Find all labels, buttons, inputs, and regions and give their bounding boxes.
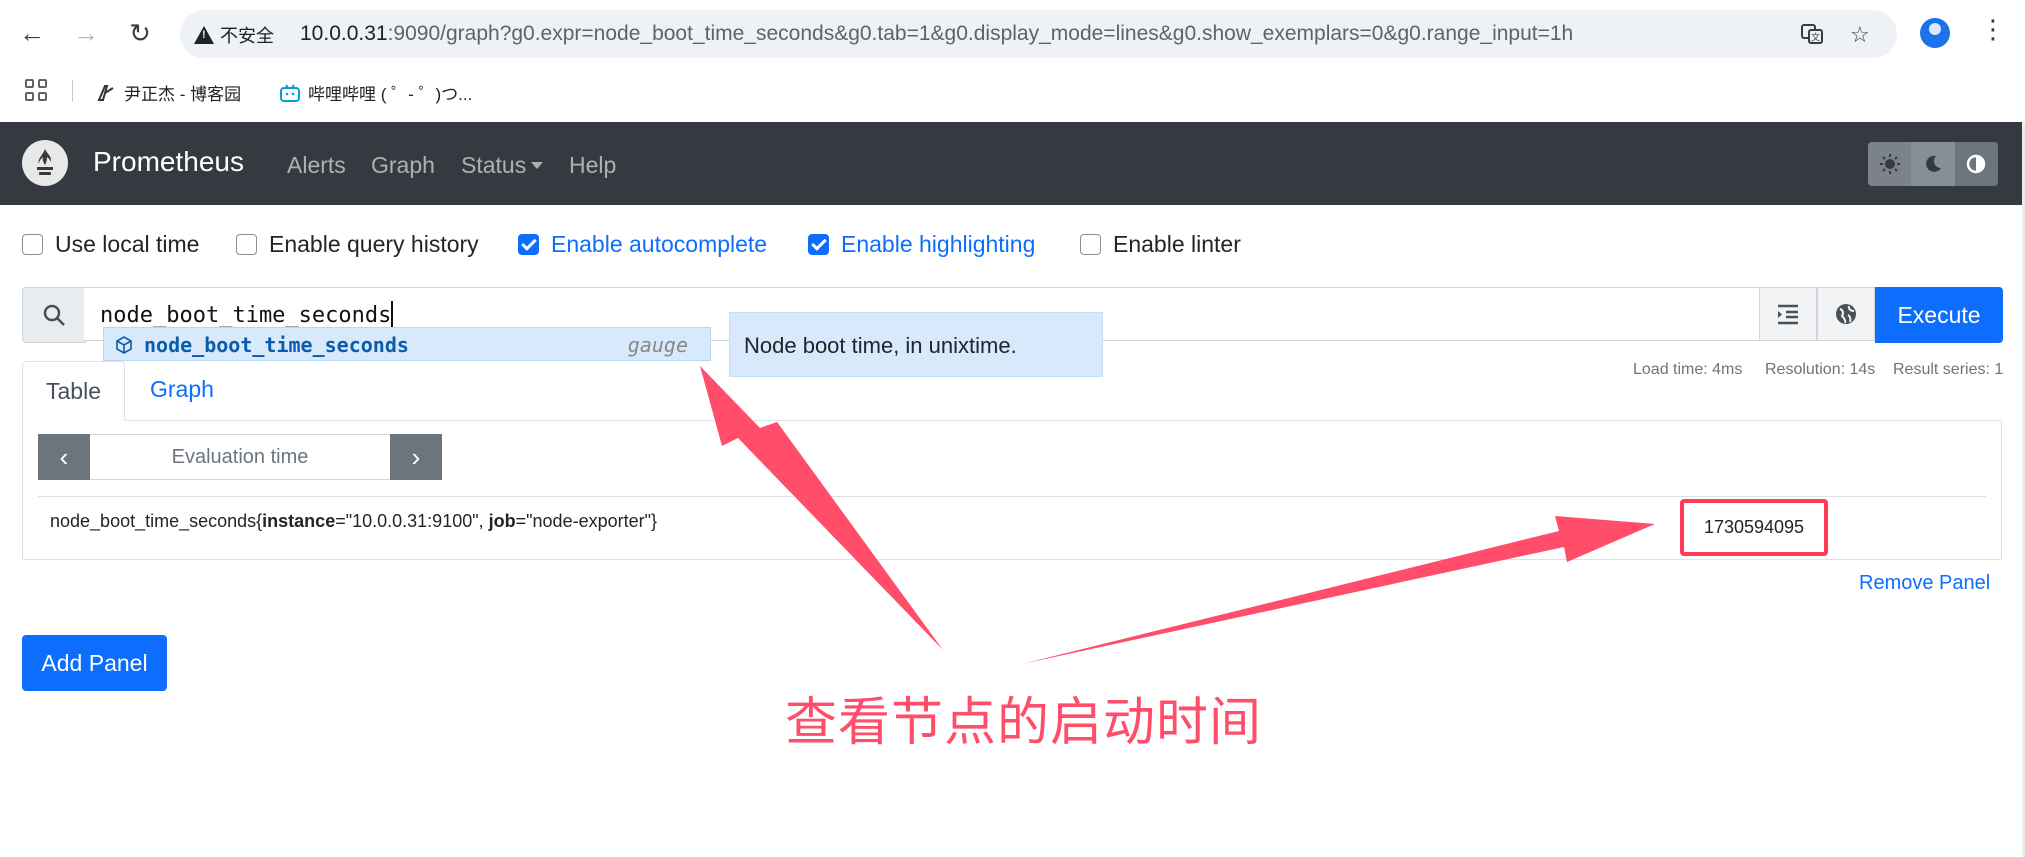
autocomplete-item[interactable]: node_boot_time_seconds gauge [103, 327, 711, 361]
tab-table[interactable]: Table [22, 361, 125, 421]
stat-resolution: Resolution: 14s [1765, 361, 1876, 378]
url-host: 10.0.0.31 [300, 22, 388, 45]
profile-avatar-icon[interactable] [1920, 18, 1950, 48]
back-arrow-icon[interactable]: ← [16, 17, 48, 49]
blog-icon [97, 84, 114, 101]
highlighting-checkbox[interactable] [808, 234, 829, 255]
remove-panel-link[interactable]: Remove Panel [1859, 572, 1990, 595]
evaluation-time-control: ‹ Evaluation time › [38, 434, 443, 482]
option-highlighting[interactable]: Enable highlighting [808, 231, 1035, 258]
nav-help[interactable]: Help [569, 152, 616, 179]
svg-text:文: 文 [1811, 32, 1820, 44]
theme-switcher [1868, 142, 1998, 186]
bookmarks-separator [72, 80, 73, 102]
query-history-label: Enable query history [269, 231, 479, 257]
option-query-history[interactable]: Enable query history [236, 231, 479, 258]
autocomplete-metric-name: node_boot_time_seconds [144, 333, 409, 357]
eval-time-prev-button[interactable]: ‹ [38, 434, 90, 480]
label-job-value: "node-exporter" [526, 511, 651, 531]
browser-toolbar: ← → ↻ 不安全 10.0.0.31:9090/graph?g0.expr=n… [0, 0, 2025, 72]
nav-status-label: Status [461, 152, 527, 178]
url-text[interactable]: 10.0.0.31:9090/graph?g0.expr=node_boot_t… [300, 22, 1573, 46]
result-metric-name: node_boot_time_seconds [50, 511, 257, 531]
nav-graph[interactable]: Graph [371, 152, 435, 179]
contrast-icon [1967, 154, 1986, 174]
add-panel-button[interactable]: Add Panel [22, 635, 167, 691]
autocomplete-label: Enable autocomplete [551, 231, 768, 257]
url-path: :9090/graph?g0.expr=node_boot_time_secon… [387, 22, 1574, 45]
tab-graph[interactable]: Graph [150, 376, 214, 403]
sun-icon [1879, 154, 1900, 174]
label-job-key: job [488, 511, 516, 531]
table-row-separator [38, 496, 1986, 497]
bookmark-bilibili-label: 哔哩哔哩 ( ゜- ゜)つ... [308, 85, 473, 104]
label-instance-value: "10.0.0.31:9100" [345, 511, 479, 531]
option-use-local-time[interactable]: Use local time [22, 231, 199, 258]
result-value: 1730594095 [1703, 517, 1805, 537]
theme-dark-button[interactable] [1911, 142, 1955, 186]
autocomplete-checkbox[interactable] [518, 234, 539, 255]
theme-auto-button[interactable] [1954, 142, 1998, 186]
reload-icon[interactable]: ↻ [124, 17, 156, 49]
query-history-checkbox[interactable] [236, 234, 257, 255]
nav-alerts[interactable]: Alerts [287, 152, 346, 179]
text-cursor [391, 301, 393, 327]
caret-down-icon [531, 162, 544, 169]
apps-grid-icon[interactable] [25, 79, 47, 101]
local-time-label: Use local time [55, 231, 200, 257]
expression-text: node_boot_time_seconds [100, 303, 392, 328]
result-value-highlight: 1730594095 [1680, 499, 1828, 556]
moon-icon [1926, 155, 1941, 172]
label-job-equals: = [515, 511, 527, 531]
prometheus-logo-icon[interactable] [22, 140, 68, 186]
label-instance-key: instance [262, 511, 336, 531]
bookmark-blog[interactable]: 尹正杰 - 博客园 [96, 80, 241, 105]
more-menu-icon[interactable]: ⋮ [1980, 14, 2006, 45]
stat-load-time: Load time: 4ms [1633, 361, 1743, 378]
bilibili-icon [280, 83, 300, 102]
bookmark-star-icon[interactable]: ☆ [1850, 22, 1870, 48]
option-linter[interactable]: Enable linter [1080, 231, 1241, 258]
close-brace: } [651, 511, 658, 531]
annotation-caption: 查看节点的启动时间 [785, 694, 1263, 752]
indent-icon [1778, 304, 1798, 325]
bookmark-bilibili[interactable]: 哔哩哔哩 ( ゜- ゜)つ... [280, 80, 472, 105]
local-time-checkbox[interactable] [22, 234, 43, 255]
translate-icon[interactable]: 文 [1800, 22, 1824, 52]
highlighting-label: Enable highlighting [841, 231, 1036, 257]
security-indicator[interactable]: 不安全 [194, 22, 274, 48]
autocomplete-metric-type: gauge [627, 333, 688, 357]
label-separator: , [478, 511, 489, 531]
forward-arrow-icon[interactable]: → [70, 17, 102, 49]
option-autocomplete[interactable]: Enable autocomplete [518, 231, 767, 258]
security-label: 不安全 [220, 26, 274, 46]
prometheus-brand[interactable]: Prometheus [93, 146, 244, 178]
metrics-explorer-button[interactable] [1817, 287, 1875, 341]
linter-checkbox[interactable] [1080, 234, 1101, 255]
nav-status[interactable]: Status [461, 152, 544, 179]
execute-button[interactable]: Execute [1875, 287, 2003, 343]
address-bar[interactable]: 不安全 10.0.0.31:9090/graph?g0.expr=node_bo… [180, 10, 1897, 58]
search-icon [22, 287, 86, 343]
evaluation-time-input[interactable]: Evaluation time [90, 434, 390, 480]
label-instance-equals: = [335, 511, 346, 531]
autocomplete-info-tooltip: Node boot time, in unixtime. [729, 312, 1103, 377]
format-expression-button[interactable] [1759, 287, 1817, 341]
metric-cube-icon [116, 336, 132, 354]
globe-icon [1836, 304, 1856, 324]
theme-light-button[interactable] [1868, 142, 1912, 186]
result-series-label: node_boot_time_seconds{instance="10.0.0.… [50, 511, 657, 532]
eval-time-next-button[interactable]: › [390, 434, 442, 480]
warning-icon [194, 26, 214, 44]
bookmark-blog-label: 尹正杰 - 博客园 [124, 85, 242, 104]
linter-label: Enable linter [1113, 231, 1241, 257]
stat-result-series: Result series: 1 [1893, 361, 2004, 378]
